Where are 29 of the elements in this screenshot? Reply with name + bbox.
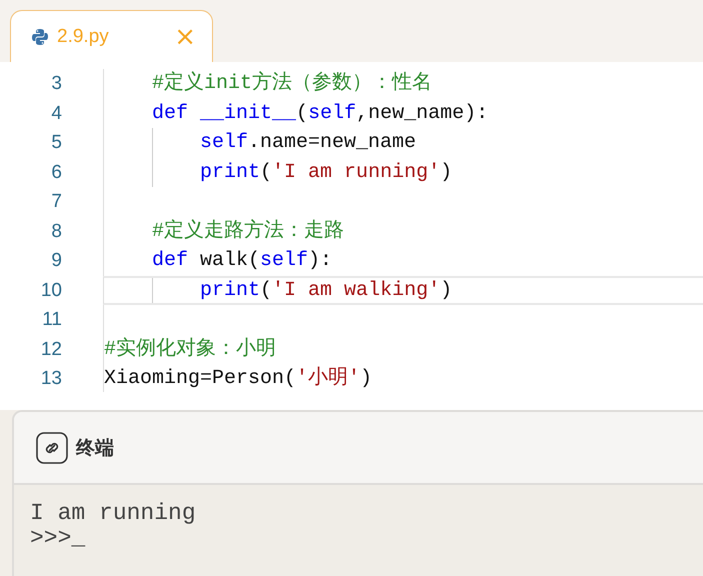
line-number: 7 bbox=[50, 190, 62, 214]
code-line: Xiaoming=Person('小明') bbox=[104, 366, 372, 392]
line-number: 4 bbox=[50, 102, 62, 126]
line-number: 5 bbox=[50, 131, 62, 155]
terminal-output-line: >>>_ bbox=[30, 526, 86, 551]
line-number: 10 bbox=[40, 278, 62, 302]
code-line: def __init__(self,new_name): bbox=[151, 100, 488, 126]
link-icon bbox=[36, 432, 68, 464]
line-number: 9 bbox=[50, 249, 62, 273]
code-line: #定义走路方法：走路 bbox=[151, 218, 344, 244]
code-editor[interactable]: 3 #定义init方法（参数）：性名 4 def __init__(self,new_name): 5 self.name=new_name 6 print('I am running') 7 8 #定义走路方法：走路 9 def walk(self): 10 print('I am walking') 11 12 #实例化对象：小明 13 Xiaoming=Person('小明') bbox=[0, 62, 703, 410]
line-number: 12 bbox=[40, 338, 62, 362]
terminal-title: 终端 bbox=[76, 436, 114, 460]
code-line: print('I am running') bbox=[199, 160, 452, 186]
python-icon bbox=[31, 28, 49, 46]
code-line: #实例化对象：小明 bbox=[104, 336, 276, 362]
close-button[interactable]: × bbox=[174, 24, 196, 50]
line-number: 8 bbox=[50, 220, 62, 244]
code-line: #定义init方法（参数）：性名 bbox=[151, 70, 432, 97]
line-number: 11 bbox=[41, 308, 62, 332]
file-tab[interactable]: 2.9.py × bbox=[10, 10, 213, 62]
code-line: def walk(self): bbox=[151, 248, 332, 274]
terminal-output-line: I am running bbox=[30, 501, 197, 526]
code-line: print('I am walking') bbox=[199, 278, 452, 303]
line-number: 3 bbox=[50, 72, 62, 96]
tab-title: 2.9.py bbox=[57, 26, 110, 48]
line-number: 6 bbox=[50, 160, 62, 184]
code-line: self.name=new_name bbox=[199, 130, 416, 156]
line-number: 13 bbox=[40, 367, 62, 391]
